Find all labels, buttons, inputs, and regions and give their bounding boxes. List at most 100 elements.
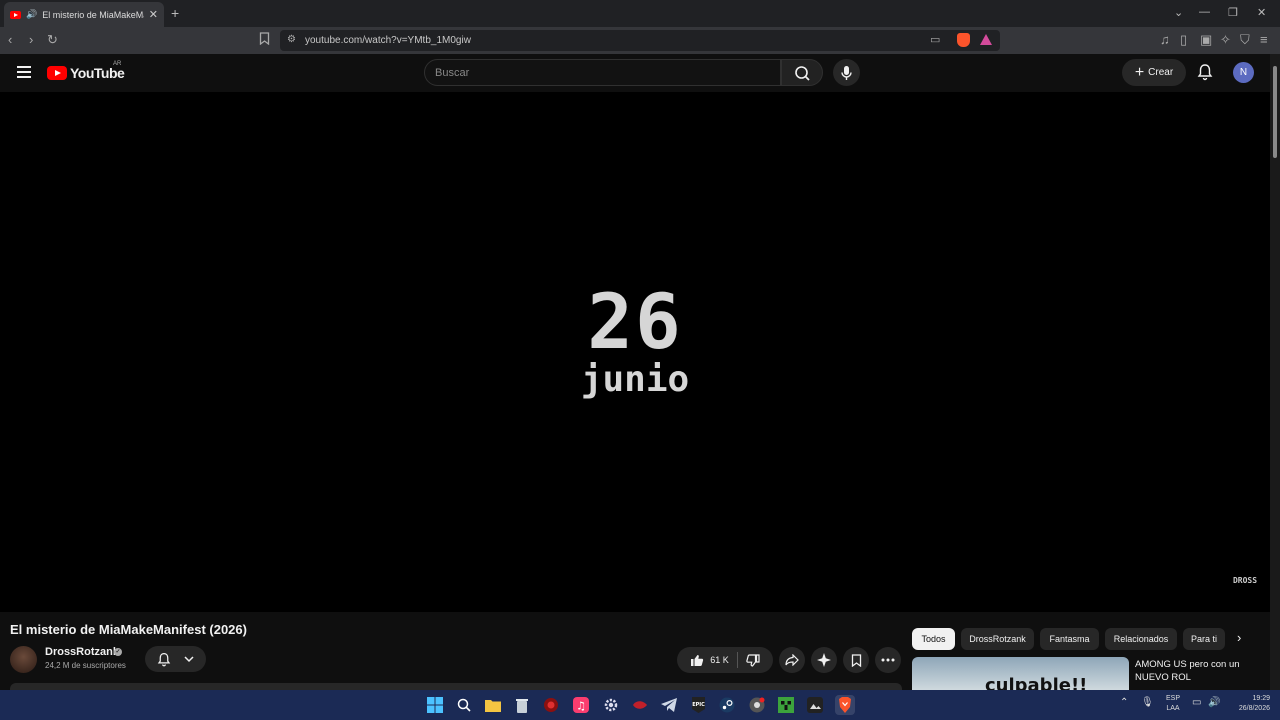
description-box[interactable] [10,683,902,690]
search-button[interactable] [781,59,823,86]
like-count: 61 K [710,655,729,665]
maximize-button[interactable]: ❐ [1228,6,1238,19]
browser-tab[interactable]: 🔊 El misterio de MiaMakeManifest (2026) … [4,2,164,27]
channel-watermark[interactable]: DROSS [1229,577,1261,585]
logo-wordmark: YouTube [70,65,125,81]
channel-name[interactable]: DrossRotzank [45,646,119,658]
subscriber-count: 24,2 M de suscriptores [45,661,126,670]
chip-for-you[interactable]: Para ti [1183,628,1225,650]
app-red-circle-icon[interactable] [541,695,561,715]
account-avatar[interactable]: N [1233,62,1254,83]
browser-toolbar: ‹ › ↻ ⚙ youtube.com/watch?v=YMtb_1M0giw … [0,27,1280,54]
create-button[interactable]: + Crear [1122,59,1186,86]
steam-icon[interactable] [717,695,737,715]
voice-search-button[interactable] [833,59,860,86]
close-window-button[interactable]: ✕ [1257,6,1266,19]
reload-icon[interactable]: ↻ [47,32,58,48]
sparkle-icon [817,653,831,667]
thumbnail-text: culpable!! [985,675,1088,690]
chip-related[interactable]: Relacionados [1105,628,1177,650]
tab-title: El misterio de MiaMakeManifest (2026) - … [42,9,144,20]
youtube-logo[interactable]: YouTube AR [47,61,125,81]
minecraft-icon[interactable] [776,695,796,715]
video-player[interactable]: 26 junio DROSS [0,92,1270,612]
search-input[interactable]: Buscar [424,59,781,86]
wallet-icon[interactable]: ▣ [1200,32,1212,48]
search-icon [795,66,810,81]
more-actions-button[interactable] [875,647,901,673]
clock[interactable]: 19:29 26/8/2026 [1228,694,1270,714]
site-info-icon[interactable]: ⚙ [287,34,296,45]
epic-games-icon[interactable]: EPIC [688,695,708,715]
thumbs-up-icon [691,654,704,666]
bell-icon [158,652,171,666]
more-horizontal-icon [881,658,895,662]
new-tab-button[interactable]: + [171,5,179,21]
chevron-up-icon[interactable]: ⌃ [1120,698,1128,708]
settings-gear-icon[interactable] [601,695,621,715]
vpn-icon[interactable]: ⛉ [1240,32,1250,48]
tab-search-icon[interactable]: ⌄ [1174,6,1183,19]
share-button[interactable] [779,647,805,673]
recycle-bin-icon[interactable] [512,695,532,715]
menu-icon[interactable]: ≡ [1260,32,1268,48]
dislike-button[interactable] [746,653,760,667]
chrome-icon[interactable] [747,695,767,715]
input-language[interactable]: ESP LAA [1164,694,1182,714]
brave-shields-icon[interactable] [957,33,970,47]
like-dislike-group: 61 K [677,647,773,673]
search-placeholder: Buscar [435,67,470,79]
recommendation-thumbnail[interactable]: culpable!! [912,657,1129,690]
bookmark-icon [851,653,861,667]
guide-menu-icon[interactable] [17,66,31,78]
video-frame-day: 26 [587,277,683,366]
cast-icon[interactable]: ▭ [930,33,940,46]
brave-browser-icon[interactable] [835,695,855,715]
chip-ghost[interactable]: Fantasma [1040,628,1099,650]
bookmark-icon[interactable] [259,32,270,45]
url-text[interactable]: youtube.com/watch?v=YMtb_1M0giw [305,35,471,46]
like-button[interactable]: 61 K [690,654,729,667]
app-red-bird-icon[interactable] [630,695,650,715]
minimize-button[interactable]: — [1199,6,1210,18]
share-icon [785,654,799,666]
svg-text:EPIC: EPIC [692,702,705,708]
telegram-icon[interactable] [659,695,679,715]
chevron-right-icon[interactable]: › [1237,630,1241,645]
forward-icon[interactable]: › [29,32,33,48]
chip-channel[interactable]: DrossRotzank [961,628,1034,650]
verified-badge-icon: ✓ [114,648,122,656]
scrollbar-thumb[interactable] [1273,66,1277,158]
ask-ai-button[interactable] [811,647,837,673]
sidebar-icon[interactable]: ▯ [1180,32,1187,48]
video-title: El misterio de MiaMakeManifest (2026) [10,622,247,637]
itunes-icon[interactable]: ♫ [571,695,591,715]
recommendation-title[interactable]: AMONG US pero con un NUEVO ROL [1135,658,1265,684]
brave-rewards-icon[interactable] [980,34,992,45]
page-scrollbar[interactable] [1270,54,1280,690]
address-bar[interactable]: ⚙ youtube.com/watch?v=YMtb_1M0giw ▭ [280,30,1000,51]
youtube-favicon-icon [10,10,21,19]
volume-icon[interactable]: 🔊 [1208,698,1220,708]
speaker-icon[interactable]: 🔊 [26,9,37,20]
subscribed-notifications-button[interactable] [145,646,206,672]
microphone-icon[interactable]: 🎙 [1141,698,1154,708]
like-divider [736,652,738,668]
leo-ai-icon[interactable]: ✧ [1220,32,1231,48]
chip-all[interactable]: Todos [912,628,955,650]
tab-close-icon[interactable]: ✕ [149,8,158,21]
media-icon[interactable]: ♫ [1160,32,1170,48]
save-button[interactable] [843,647,869,673]
channel-avatar[interactable] [10,646,37,673]
youtube-masthead: YouTube AR Buscar + Crear N [0,54,1270,92]
image-viewer-icon[interactable] [805,695,825,715]
bell-icon [1197,64,1213,81]
search-icon[interactable] [454,695,474,715]
notifications-button[interactable] [1197,63,1213,81]
windows-start-icon[interactable] [425,695,445,715]
date: 26/8/2026 [1238,705,1270,712]
create-label: Crear [1148,67,1174,78]
back-icon[interactable]: ‹ [8,32,12,48]
network-icon[interactable]: ▭ [1192,698,1201,708]
file-explorer-icon[interactable] [483,695,503,715]
